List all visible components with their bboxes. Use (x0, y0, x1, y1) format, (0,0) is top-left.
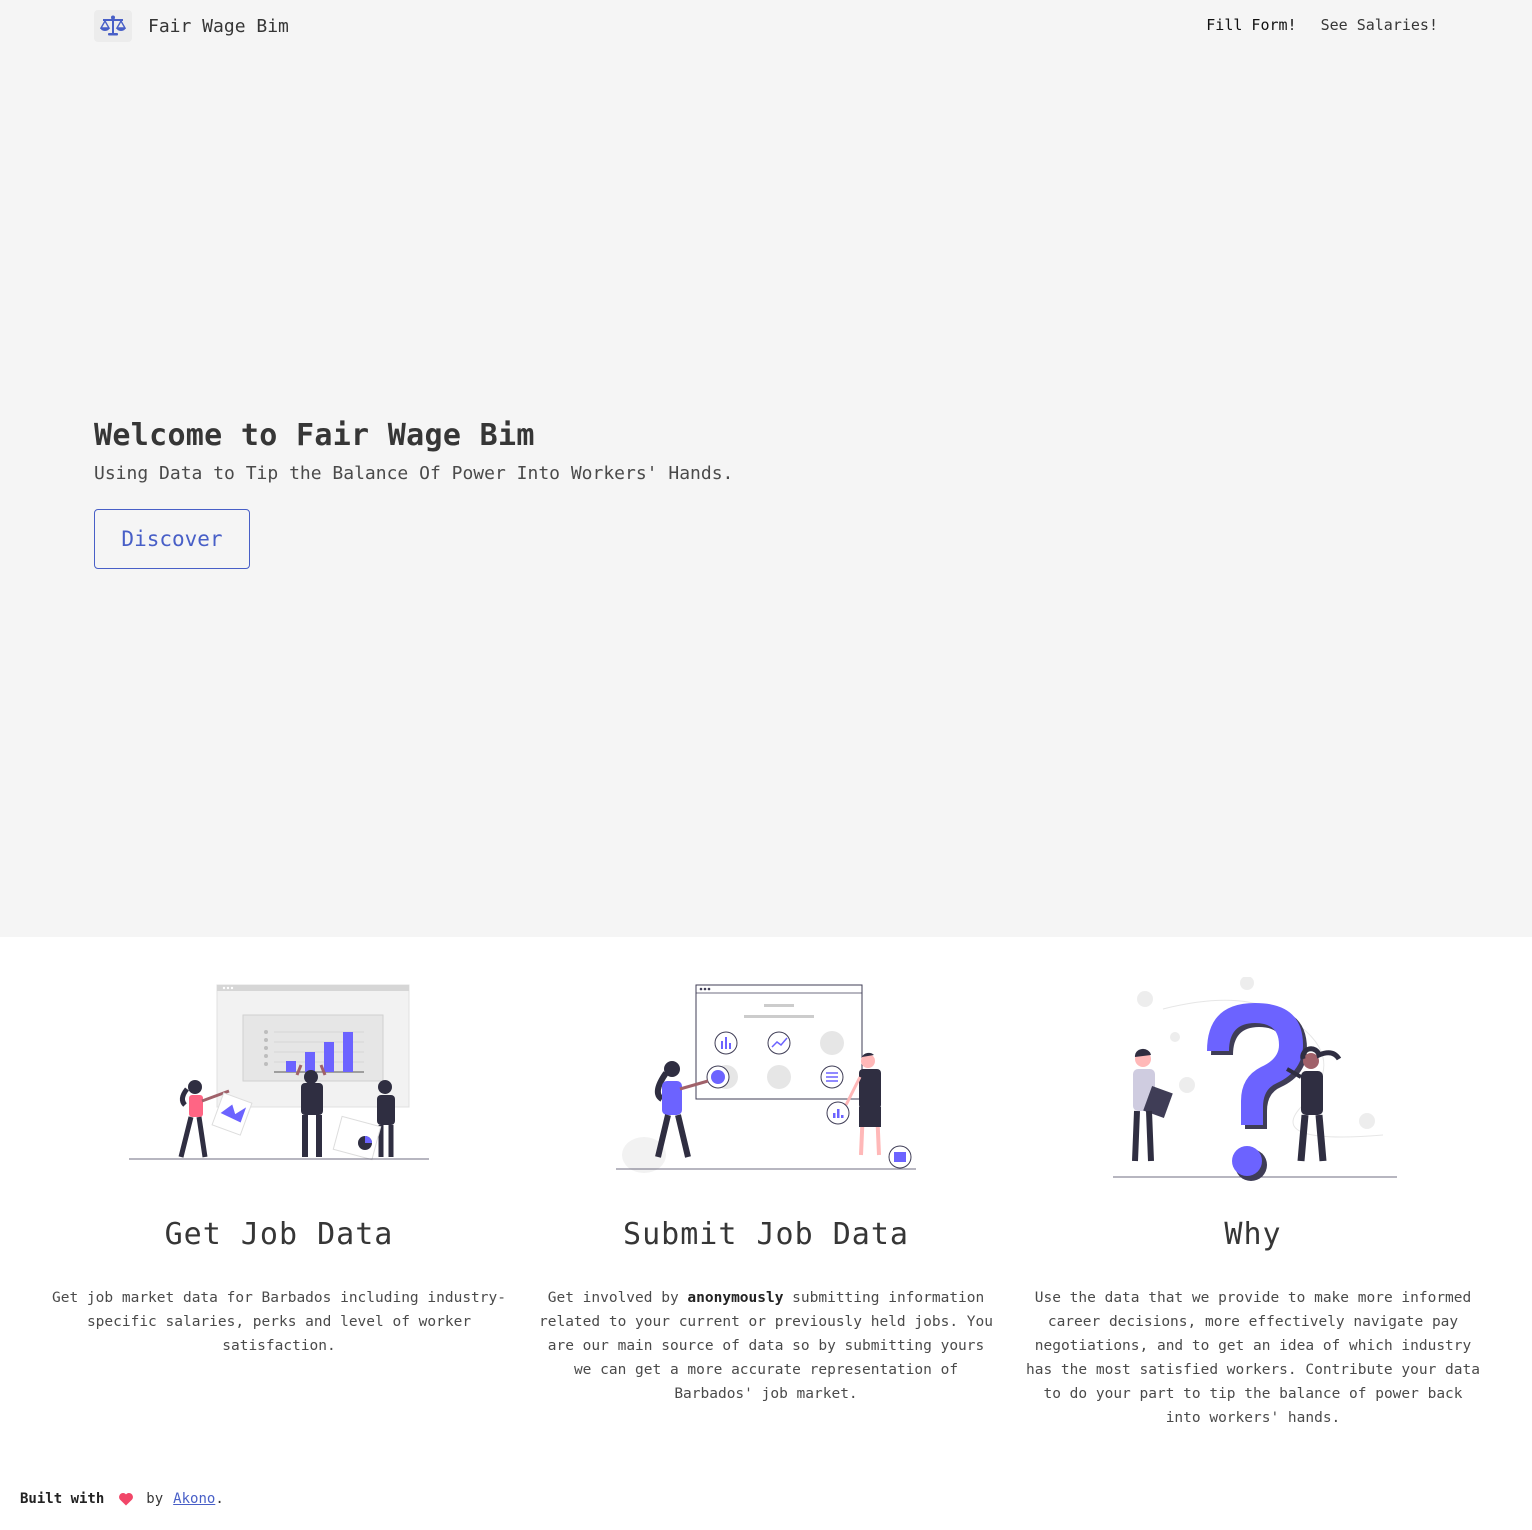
hero-body: Welcome to Fair Wage Bim Using Data to T… (94, 418, 734, 569)
nav-menu: Fill Form! See Salaries! (1206, 16, 1438, 34)
feature-description-emphasis: anonymously (687, 1290, 784, 1306)
feature-why: Why Use the data that we provide to make… (1018, 977, 1488, 1430)
feature-title: Submit Job Data (623, 1217, 909, 1252)
author-link[interactable]: Akono (173, 1491, 215, 1507)
feature-description-text: Get involved by (547, 1290, 688, 1306)
feature-description-text: submitting information related to your c… (539, 1290, 993, 1402)
feature-description: Use the data that we provide to make mor… (1026, 1290, 1480, 1426)
people-with-question-mark-illustration (1113, 977, 1397, 1181)
footer: Built with by Akono. (20, 1491, 224, 1507)
brand-name: Fair Wage Bim (148, 15, 289, 37)
feature-title: Why (1224, 1217, 1282, 1252)
feature-description: Get job market data for Barbados includi… (52, 1290, 506, 1354)
team-presenting-bar-chart-illustration (129, 984, 429, 1161)
scale-balance-icon (94, 10, 132, 42)
feature-description: Get involved by anonymously submitting i… (531, 1286, 1001, 1406)
footer-period: . (215, 1491, 224, 1507)
heart-icon (118, 1491, 134, 1507)
hero-subtitle: Using Data to Tip the Balance Of Power I… (94, 463, 734, 484)
features-section: Get Job Data Get job market data for Bar… (0, 937, 1532, 1477)
hero-title: Welcome to Fair Wage Bim (94, 418, 535, 453)
nav-see-salaries-link[interactable]: See Salaries! (1321, 16, 1438, 34)
hero-section: Fair Wage Bim Fill Form! See Salaries! W… (0, 0, 1532, 937)
feature-title: Get Job Data (164, 1217, 394, 1252)
people-using-dashboard-illustration (616, 984, 916, 1173)
feature-get-job-data: Get Job Data Get job market data for Bar… (44, 977, 514, 1358)
feature-submit-job-data: Submit Job Data Get involved by anonymou… (531, 977, 1001, 1406)
brand-link[interactable]: Fair Wage Bim (94, 10, 289, 42)
footer-by: by (146, 1491, 164, 1507)
footer-built-with: Built with (20, 1491, 105, 1507)
navbar: Fair Wage Bim Fill Form! See Salaries! (94, 0, 1438, 52)
nav-fill-form-link[interactable]: Fill Form! (1206, 16, 1296, 34)
discover-button[interactable]: Discover (94, 509, 250, 569)
